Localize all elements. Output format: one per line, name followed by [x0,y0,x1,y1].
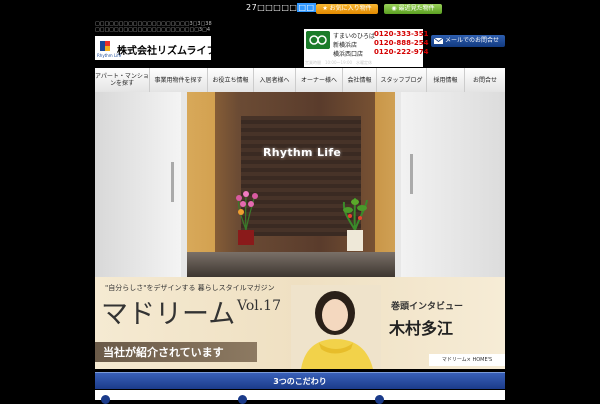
nav-label: アパート・マンションを探す [95,73,149,87]
nav-label: スタッフブログ [380,76,423,84]
count-highlight: □□ [297,3,316,12]
site-header: □□□□□□□□□□□□□□□□□□□□3□3□38 □□□□□□□□□□□□□… [0,18,600,68]
hero-floor [187,252,395,277]
mail-icon [434,38,443,44]
recently-viewed-label: 最近見た物件 [398,5,435,12]
freedial-icon [306,31,330,49]
branch-name: すまいのひろば [333,33,376,40]
recently-viewed-button[interactable]: ◉ 最近見た物件 [384,4,442,14]
nav-item-search-business[interactable]: 事業用物件を探す [150,68,208,92]
nav-item-recruit[interactable]: 採用情報 [427,68,465,92]
tagline: □□□□□□□□□□□□□□□□□□□□3□3□38 □□□□□□□□□□□□□… [95,21,212,33]
nav-item-staff-blog[interactable]: スタッフブログ [377,68,427,92]
nav-label: 事業用物件を探す [154,76,203,84]
branch-phone[interactable]: 0120-888-254 [374,39,429,47]
hero-sign: Rhythm Life [263,146,342,159]
favorites-button[interactable]: ★ お気に入り物件 [316,4,378,14]
magazine-title: マドリーム [101,299,236,330]
company-name-en: Rhythm Life [97,53,122,58]
nav-item-company[interactable]: 会社情報 [343,68,377,92]
nav-item-owners[interactable]: オーナー様へ [296,68,343,92]
mail-inquiry-button[interactable]: メールでのお問合せ [431,35,505,47]
hero-door-frame [181,92,187,277]
nav-label: 会社情報 [347,76,372,84]
branch-phone[interactable]: 0120-333-351 [374,30,429,38]
nav-label: お問合せ [472,76,497,84]
interview-label: 巻頭インタビュー [391,302,464,312]
logo-mark-icon [99,40,111,52]
mail-inquiry-label: メールでのお問合せ [445,37,500,44]
hero-door-handle [171,162,174,202]
interviewee-name: 木村多江 [389,319,454,338]
section-title: 3つのこだわり [273,377,327,386]
nav-label: オーナー様へ [300,76,337,84]
featured-notice: 当社が紹介されています [103,346,224,359]
nav-label: お役立ち情報 [212,76,249,84]
hero-image: Rhythm Life [95,92,505,277]
branch-name: 新横浜店 [333,42,358,49]
hero-door-frame [395,92,401,277]
branch-name: 横浜西口店 [333,51,364,58]
nav-item-search-apartment[interactable]: アパート・マンションを探す [95,68,150,92]
nav-label: 採用情報 [433,76,458,84]
branch-phone[interactable]: 0120-222-974 [374,48,429,56]
section-heading: 3つのこだわり [95,372,505,389]
nav-label: 入居者様へ [259,76,290,84]
features-row [95,390,505,404]
nav-item-useful-info[interactable]: お役立ち情報 [208,68,254,92]
nav-item-residents[interactable]: 入居者様へ [254,68,296,92]
nav-item-contact[interactable]: お問合せ [465,68,505,92]
potted-plant-icon [342,197,368,251]
eye-icon: ◉ [391,5,397,12]
magazine-banner[interactable]: "自分らしさ"をデザインする 暮らしスタイルマガジン マドリーム Vol.17 … [95,277,505,369]
company-logo[interactable]: 株式会社リズムライフ Rhythm Life [95,36,217,60]
favorites-label: お気に入り物件 [329,5,372,12]
global-nav: アパート・マンションを探す 事業用物件を探す お役立ち情報 入居者様へ オーナー… [95,68,505,93]
orchid-plant-icon [236,191,258,245]
star-icon: ★ [322,5,328,12]
hero-door-handle [410,154,413,194]
magazine-volume: Vol.17 [237,298,281,314]
company-name: 株式会社リズムライフ [117,46,217,57]
count-middle: □□□□□ [257,3,298,12]
tagline-line-2: □□□□□□□□□□□□□□□□□□□□□□3□4 [95,27,211,33]
business-hours: 営業時間 10:00～19:00 水曜定休 [305,60,373,65]
top-bar: 27□□□□□□□□□□□□ ★ お気に入り物件 ◉ 最近見た物件 [0,0,600,18]
interviewee-photo [291,285,381,369]
banner-credit: マドリーム× HOME'S [429,354,505,366]
